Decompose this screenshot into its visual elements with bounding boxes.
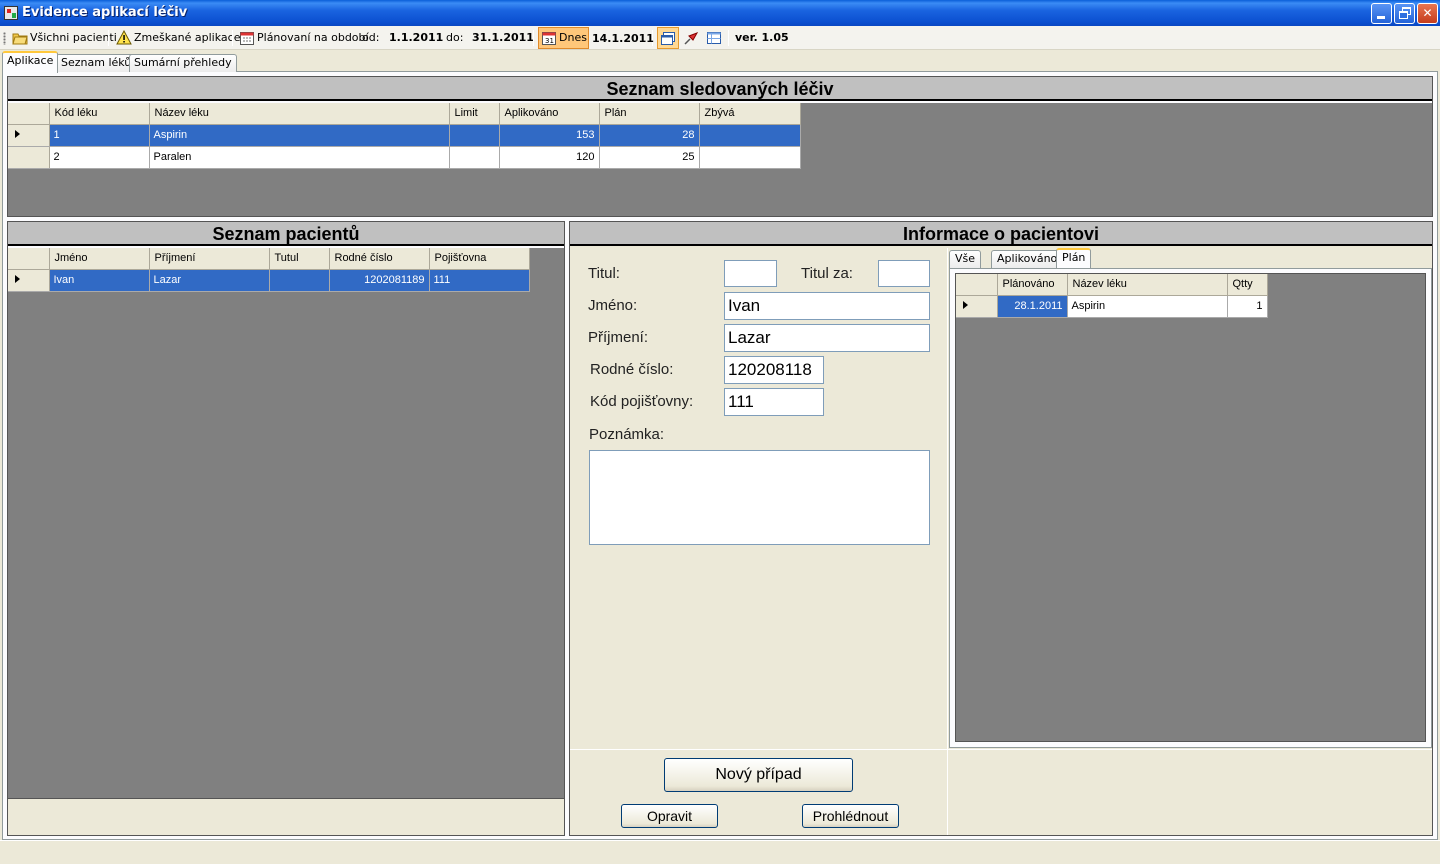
insurance-code-field[interactable]: 111 bbox=[724, 388, 824, 416]
table-row[interactable]: 2 Paralen 120 25 bbox=[8, 146, 801, 169]
titul-field[interactable] bbox=[724, 260, 777, 287]
missed-applications-button[interactable]: Zmeškané aplikace bbox=[116, 29, 240, 48]
calendar-icon bbox=[239, 30, 255, 46]
version-label: ver. 1.05 bbox=[735, 31, 789, 44]
subtab-vse[interactable]: Vše bbox=[949, 250, 982, 268]
from-label: od: bbox=[362, 31, 380, 44]
col-pojistovna[interactable]: Pojišťovna bbox=[429, 248, 530, 270]
svg-text:31: 31 bbox=[545, 37, 554, 45]
window-title: Evidence aplikací léčiv bbox=[22, 5, 188, 20]
status-bar bbox=[0, 840, 1440, 864]
first-name-field[interactable]: Ivan bbox=[724, 292, 930, 320]
planned-period-button[interactable]: Plánovaní na období bbox=[239, 29, 369, 48]
col-qtty[interactable]: Qtty bbox=[1227, 274, 1268, 296]
patients-footer bbox=[8, 798, 564, 835]
row-arrow-icon bbox=[15, 275, 20, 283]
title-bar: Evidence aplikací léčiv ✕ bbox=[0, 0, 1440, 26]
drugs-panel: Seznam sledovaných léčiv Kód léku Název … bbox=[7, 76, 1433, 217]
plan-table: Plánováno Název léku Qtty 28.1.2011 Aspi… bbox=[956, 274, 1268, 318]
table-row[interactable]: Ivan Lazar 1202081189 111 bbox=[8, 269, 530, 292]
subtab-plan[interactable]: Plán bbox=[1056, 248, 1092, 268]
table-header: Plánováno Název léku Qtty bbox=[956, 274, 1268, 296]
col-jmeno[interactable]: Jméno bbox=[49, 248, 150, 270]
titul-label: Titul: bbox=[588, 265, 620, 282]
last-name-field[interactable]: Lazar bbox=[724, 324, 930, 352]
table-header: Jméno Příjmení Tutul Rodné číslo Pojišťo… bbox=[8, 248, 530, 270]
toolbar-grip[interactable] bbox=[3, 32, 6, 45]
restore-button[interactable] bbox=[1394, 3, 1415, 24]
row-arrow-icon bbox=[963, 301, 968, 309]
col-planovano[interactable]: Plánováno bbox=[997, 274, 1068, 296]
drugs-table: Kód léku Název léku Limit Aplikováno Plá… bbox=[8, 103, 801, 169]
col-rodne-cislo[interactable]: Rodné číslo bbox=[329, 248, 430, 270]
from-date[interactable]: 1.1.2011 bbox=[389, 29, 443, 48]
folder-icon bbox=[12, 30, 28, 46]
window-icon bbox=[660, 30, 676, 46]
app-icon bbox=[4, 6, 18, 20]
today-date: 14.1.2011 bbox=[592, 32, 654, 45]
to-label: do: bbox=[446, 31, 464, 44]
birth-number-label: Rodné číslo: bbox=[590, 361, 674, 378]
col-kod-leku[interactable]: Kód léku bbox=[49, 103, 150, 125]
note-label: Poznámka: bbox=[589, 426, 665, 443]
drugs-grid-area: Kód léku Název léku Limit Aplikováno Plá… bbox=[8, 103, 1432, 216]
to-date[interactable]: 31.1.2011 bbox=[472, 29, 534, 48]
drugs-title: Seznam sledovaných léčiv bbox=[8, 77, 1432, 101]
calendar-today-icon: 31 bbox=[541, 30, 557, 46]
titul-za-label: Titul za: bbox=[801, 265, 853, 282]
pin-icon bbox=[683, 30, 699, 46]
plan-grid-area: Plánováno Název léku Qtty 28.1.2011 Aspi… bbox=[955, 273, 1426, 742]
close-button[interactable]: ✕ bbox=[1417, 3, 1438, 24]
edit-button[interactable]: Opravit bbox=[621, 804, 718, 828]
col-tutul[interactable]: Tutul bbox=[269, 248, 330, 270]
col-limit[interactable]: Limit bbox=[449, 103, 500, 125]
titul-za-field[interactable] bbox=[878, 260, 930, 287]
row-arrow-icon bbox=[15, 130, 20, 138]
birth-number-field[interactable]: 120208118 bbox=[724, 356, 824, 384]
col-nazev-leku[interactable]: Název léku bbox=[1067, 274, 1228, 296]
col-aplikovano[interactable]: Aplikováno bbox=[499, 103, 600, 125]
col-prijmeni[interactable]: Příjmení bbox=[149, 248, 270, 270]
info-title: Informace o pacientovi bbox=[570, 222, 1432, 246]
last-name-label: Příjmení: bbox=[588, 329, 649, 346]
minimize-icon bbox=[1377, 16, 1385, 19]
all-patients-button[interactable]: Všichni pacienti bbox=[12, 29, 117, 48]
window-toggle-button[interactable] bbox=[657, 27, 679, 49]
first-name-label: Jméno: bbox=[588, 297, 638, 314]
subtab-aplikovano[interactable]: Aplikováno bbox=[991, 250, 1064, 268]
minimize-button[interactable] bbox=[1371, 3, 1392, 24]
warning-icon bbox=[116, 29, 132, 46]
col-nazev-leku[interactable]: Název léku bbox=[149, 103, 450, 125]
close-icon: ✕ bbox=[1422, 6, 1433, 20]
table-header: Kód léku Název léku Limit Aplikováno Plá… bbox=[8, 103, 801, 125]
table-row[interactable]: 28.1.2011 Aspirin 1 bbox=[956, 295, 1268, 318]
note-field[interactable] bbox=[589, 450, 930, 545]
info-panel: Informace o pacientovi Titul: Titul za: … bbox=[569, 221, 1433, 836]
table-button[interactable] bbox=[706, 29, 724, 48]
patients-panel: Seznam pacientů Jméno Příjmení Tutul Rod… bbox=[7, 221, 565, 836]
new-case-button[interactable]: Nový případ bbox=[664, 758, 853, 792]
patients-table: Jméno Příjmení Tutul Rodné číslo Pojišťo… bbox=[8, 248, 530, 292]
insurance-code-label: Kód pojišťovny: bbox=[590, 393, 694, 410]
tab-seznam-leku[interactable]: Seznam léků bbox=[56, 54, 137, 72]
table-icon bbox=[706, 30, 722, 46]
pin-button[interactable] bbox=[683, 29, 701, 48]
today-button[interactable]: 31 Dnes bbox=[538, 27, 589, 49]
table-row[interactable]: 1 Aspirin 153 28 bbox=[8, 124, 801, 147]
main-tabs: Aplikace Seznam léků Sumární přehledy bbox=[0, 51, 1440, 73]
patients-grid-area: Jméno Příjmení Tutul Rodné číslo Pojišťo… bbox=[8, 248, 564, 798]
tab-sumarni-prehledy[interactable]: Sumární přehledy bbox=[129, 54, 237, 72]
col-plan[interactable]: Plán bbox=[599, 103, 700, 125]
patients-title: Seznam pacientů bbox=[8, 222, 564, 246]
view-button[interactable]: Prohlédnout bbox=[802, 804, 899, 828]
tab-aplikace[interactable]: Aplikace bbox=[2, 51, 59, 73]
col-zbyva[interactable]: Zbývá bbox=[699, 103, 801, 125]
